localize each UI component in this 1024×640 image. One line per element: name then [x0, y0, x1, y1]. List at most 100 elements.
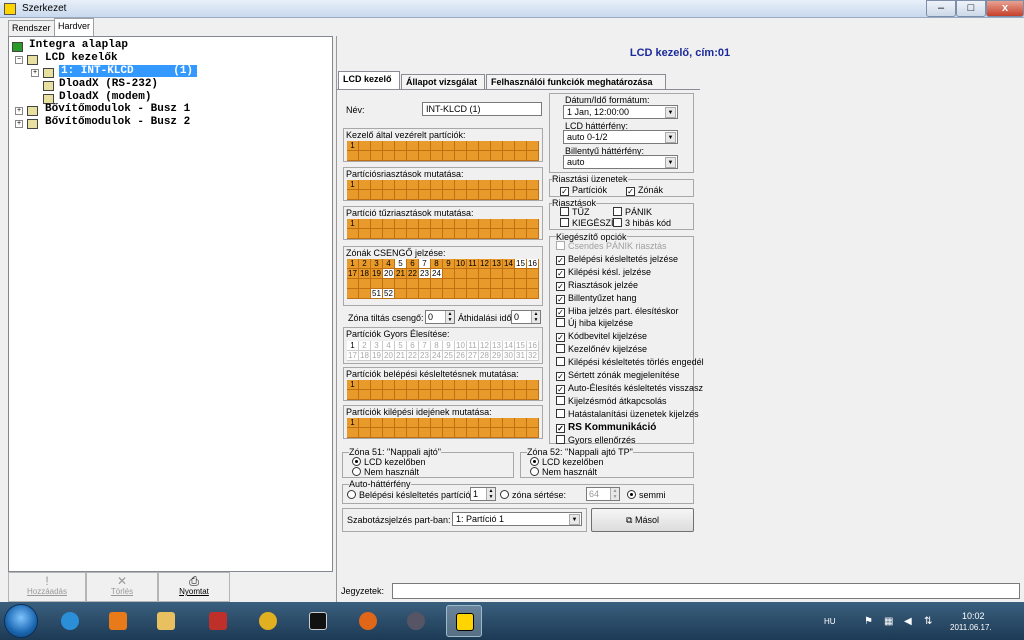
zone-cell[interactable] [527, 279, 539, 289]
spin-arrows-icon[interactable]: ▲ ▼ [531, 311, 540, 323]
zone-cell[interactable]: 7 [419, 259, 431, 269]
fast-arm-cell[interactable]: 6 [407, 341, 419, 351]
zone-cell[interactable] [443, 269, 455, 279]
zone-cell[interactable] [503, 289, 515, 299]
clock-time[interactable]: 10:02 [962, 611, 985, 621]
partition-cell[interactable] [371, 428, 383, 438]
partition-cell[interactable] [491, 380, 503, 390]
partition-cell[interactable] [443, 180, 455, 190]
partition-cell[interactable] [395, 141, 407, 151]
partition-cell[interactable] [359, 219, 371, 229]
partition-cell[interactable] [395, 418, 407, 428]
flag-icon[interactable]: ⚑ [864, 616, 873, 627]
partition-cell[interactable] [407, 428, 419, 438]
partition-cell[interactable] [503, 219, 515, 229]
fast-arm-cell[interactable]: 16 [527, 341, 539, 351]
fast-arm-cell[interactable]: 32 [527, 351, 539, 361]
tab-hardver[interactable]: Hardver [54, 18, 95, 36]
partition-cell[interactable] [407, 390, 419, 400]
partition-cell[interactable] [359, 229, 371, 239]
zone-cell[interactable]: 6 [407, 259, 419, 269]
partition-cell[interactable] [431, 229, 443, 239]
zone-cell[interactable]: 51 [371, 289, 383, 299]
partition-cell[interactable] [383, 390, 395, 400]
partition-cell[interactable] [407, 418, 419, 428]
exit-time-partitions-grid[interactable]: 1 [347, 418, 539, 438]
fast-arm-cell[interactable]: 21 [395, 351, 407, 361]
partition-cell[interactable] [371, 418, 383, 428]
zone-cell[interactable] [491, 269, 503, 279]
partition-cell[interactable] [479, 390, 491, 400]
partition-cell[interactable]: 1 [347, 418, 359, 428]
partition-cell[interactable] [527, 219, 539, 229]
partition-cell[interactable] [467, 380, 479, 390]
partition-cell[interactable] [407, 190, 419, 200]
zone-cell[interactable] [479, 279, 491, 289]
partition-cell[interactable]: 1 [347, 141, 359, 151]
partition-cell[interactable] [455, 151, 467, 161]
fast-arm-cell[interactable]: 24 [431, 351, 443, 361]
zone-cell[interactable] [455, 269, 467, 279]
partition-cell[interactable] [503, 390, 515, 400]
zone-chime-grid[interactable]: 1 2 3 4 5 6 7 8 9 10 11 12 13 14 15 16 17 18 19 20 21 22 23 24 5… [347, 259, 539, 299]
entry-delay-partitions-grid[interactable]: 1 [347, 380, 539, 400]
tree-node-bus2[interactable]: Bővítőmodulok - Busz 2 [45, 116, 190, 128]
partition-cell[interactable] [419, 180, 431, 190]
extra-option-checkbox[interactable]: ✓ Belépési késleltetés jelzése [556, 254, 678, 265]
partition-cell[interactable] [479, 190, 491, 200]
tree-node-lcd[interactable]: LCD kezelők [45, 52, 118, 64]
partition-cell[interactable] [347, 229, 359, 239]
partition-cell[interactable] [455, 229, 467, 239]
partition-cell[interactable] [359, 380, 371, 390]
integra-taskbar-icon[interactable] [446, 605, 482, 637]
partition-cell[interactable] [455, 190, 467, 200]
fast-arm-cell[interactable]: 22 [407, 351, 419, 361]
partition-cell[interactable] [395, 180, 407, 190]
tree-node-dload-modem[interactable]: DloadX (modem) [59, 91, 151, 103]
toolbox-taskbar-icon[interactable] [200, 605, 236, 637]
partition-cell[interactable] [431, 428, 443, 438]
add-button[interactable]: ! Hozzáadás [8, 572, 86, 602]
zone-cell[interactable]: 24 [431, 269, 443, 279]
zone-cell[interactable]: 23 [419, 269, 431, 279]
lcd-backlight-select[interactable]: auto 0-1/2 ▼ [563, 130, 678, 144]
zone-cell[interactable] [347, 279, 359, 289]
fast-arm-cell[interactable]: 11 [467, 341, 479, 351]
partition-cell[interactable]: 1 [347, 380, 359, 390]
zone-cell[interactable]: 21 [395, 269, 407, 279]
partition-cell[interactable] [443, 190, 455, 200]
partition-cell[interactable] [431, 219, 443, 229]
partition-cell[interactable] [359, 390, 371, 400]
partition-cell[interactable] [383, 141, 395, 151]
partition-cell[interactable] [479, 380, 491, 390]
fast-arm-cell[interactable]: 26 [455, 351, 467, 361]
partition-cell[interactable] [467, 151, 479, 161]
fast-arm-cell[interactable]: 17 [347, 351, 359, 361]
partition-cell[interactable] [527, 151, 539, 161]
fast-arm-cell[interactable]: 13 [491, 341, 503, 351]
zone-cell[interactable] [359, 279, 371, 289]
fast-arm-cell[interactable]: 15 [515, 341, 527, 351]
partition-cell[interactable] [515, 418, 527, 428]
partition-cell[interactable] [491, 219, 503, 229]
alarm-msg-zones-checkbox[interactable]: ✓ Zónák [626, 185, 663, 196]
partition-cell[interactable] [407, 141, 419, 151]
partition-cell[interactable] [443, 151, 455, 161]
partition-cell[interactable] [527, 190, 539, 200]
partition-cell[interactable] [395, 219, 407, 229]
chevron-down-icon[interactable]: ▼ [665, 107, 676, 118]
partition-cell[interactable] [491, 151, 503, 161]
tree-node-dload-rs232[interactable]: DloadX (RS-232) [59, 78, 158, 90]
zone-cell[interactable] [383, 279, 395, 289]
extra-option-checkbox[interactable]: ✓ Kódbevitel kijelzése [556, 331, 647, 343]
name-input[interactable]: INT-KLCD (1) [422, 102, 542, 116]
extra-option-checkbox[interactable]: Csendes PÁNIK riasztás [556, 241, 667, 251]
extra-option-checkbox[interactable]: ✓ Auto-Élesítés késleltetés visszasz [556, 383, 703, 394]
fast-arm-cell[interactable]: 8 [431, 341, 443, 351]
zone-cell[interactable] [515, 279, 527, 289]
expand-icon[interactable]: + [31, 69, 39, 77]
alarm-aux-checkbox[interactable]: KIEGÉSZÍ [560, 218, 614, 228]
zone-cell[interactable]: 4 [383, 259, 395, 269]
tree-node-root[interactable]: Integra alaplap [29, 39, 128, 51]
fast-arm-cell[interactable]: 10 [455, 341, 467, 351]
